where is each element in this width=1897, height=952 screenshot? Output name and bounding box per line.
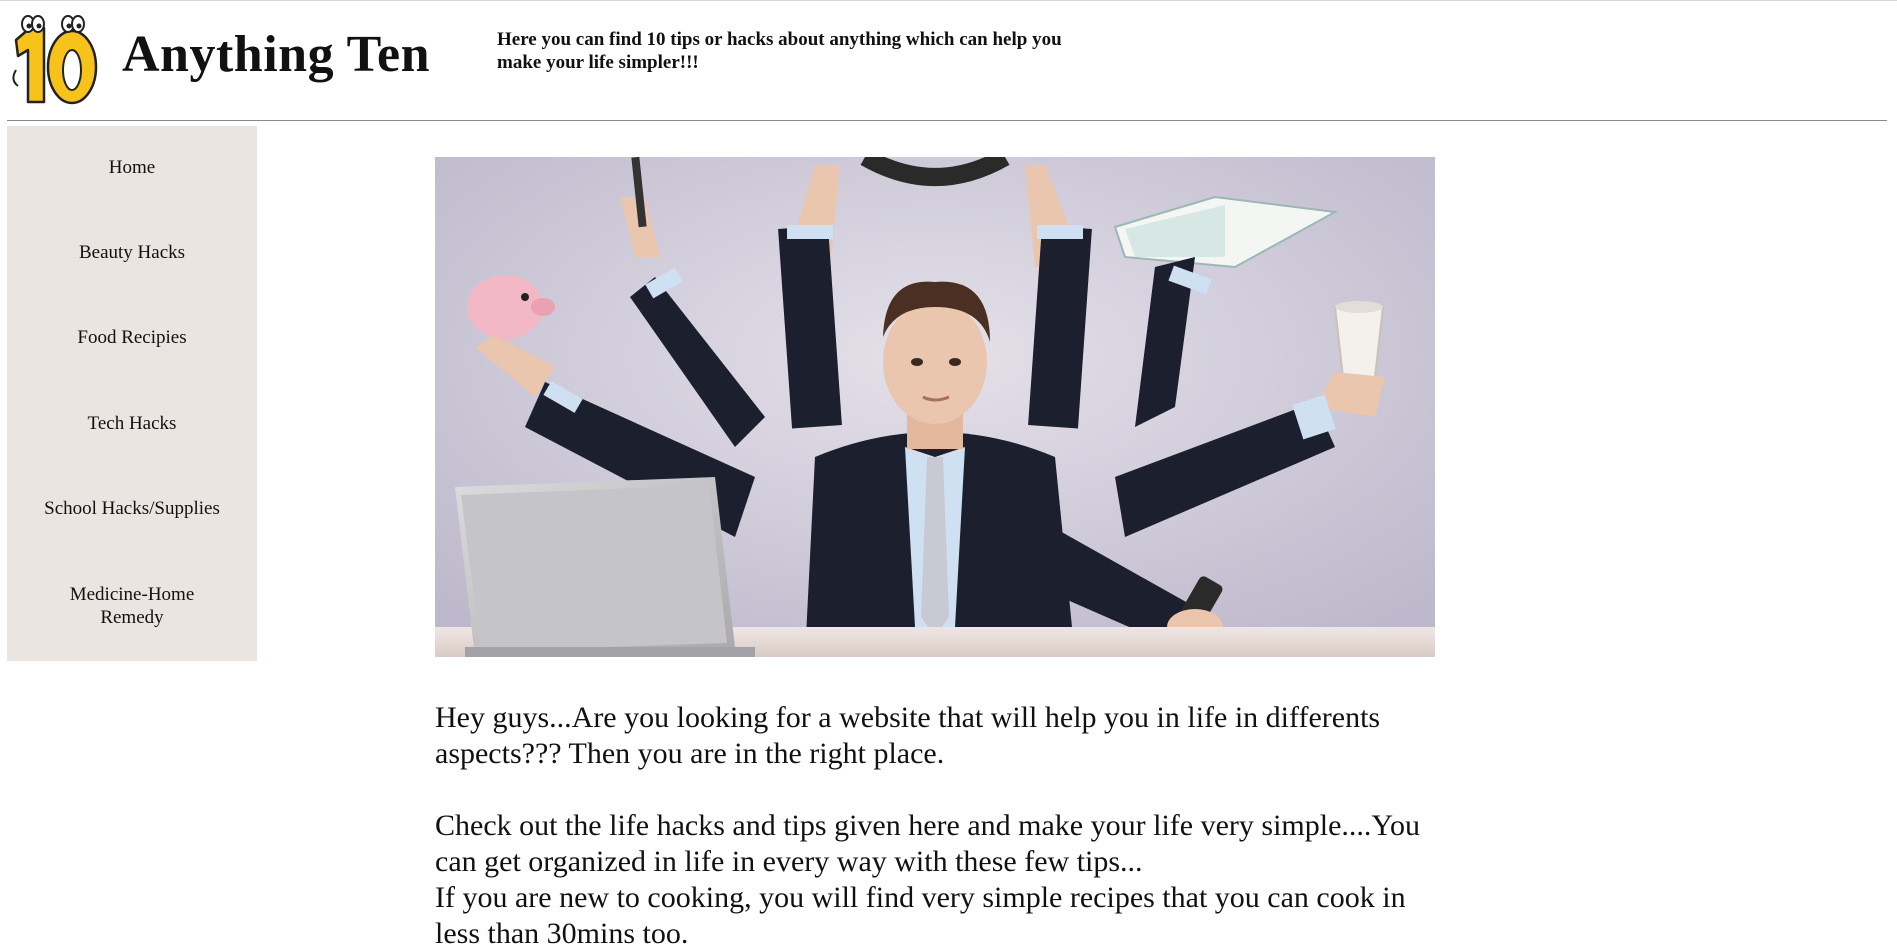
site-title: Anything Ten [122,26,431,83]
cooking-paragraph: If you are new to cooking, you will find… [435,881,1406,950]
sidebar-item-school-hacks[interactable]: School Hacks/Supplies [7,497,257,520]
site-logo[interactable] [6,10,102,106]
sidebar-item-tech-hacks[interactable]: Tech Hacks [7,412,257,435]
site-tagline: Here you can find 10 tips or hacks about… [497,29,1062,73]
ten-logo-icon [12,15,98,105]
sidebar-item-food-recipies[interactable]: Food Recipies [7,326,257,349]
sidebar-item-medicine-home-remedy[interactable]: Medicine-Home Remedy [7,583,257,629]
sidebar-nav: Home Beauty Hacks Food Recipies Tech Hac… [7,126,257,661]
multitasking-businessman-illustration [435,157,1435,657]
sidebar-item-beauty-hacks[interactable]: Beauty Hacks [7,241,257,264]
hero-image [435,157,1435,657]
main-content: Hey guys...Are you looking for a website… [435,700,1435,952]
intro-paragraph: Hey guys...Are you looking for a website… [435,701,1381,770]
hacks-paragraph: Check out the life hacks and tips given … [435,809,1421,878]
site-header: Anything Ten Here you can find 10 tips o… [0,0,1897,122]
sidebar-item-home[interactable]: Home [7,156,257,179]
header-divider [7,120,1887,121]
